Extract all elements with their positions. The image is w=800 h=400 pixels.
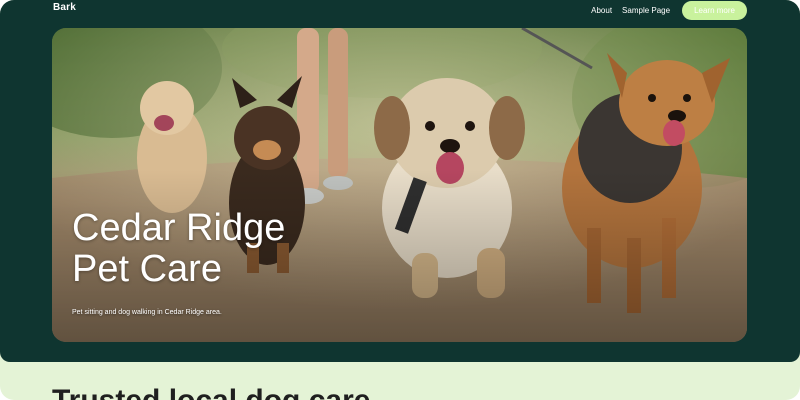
hero-title-line-2: Pet Care (72, 248, 222, 290)
hero-banner: Cedar Ridge Pet Care Pet sitting and dog… (52, 28, 747, 342)
learn-more-button[interactable]: Learn more (682, 0, 747, 20)
section-heading: Trusted local dog care (52, 384, 370, 400)
nav-link-sample-page[interactable]: Sample Page (622, 6, 670, 15)
main-nav: About Sample Page Learn more (591, 0, 747, 20)
hero-title-line-1: Cedar Ridge (72, 207, 286, 249)
hero-section: Bark About Sample Page Learn more Cedar … (0, 0, 800, 362)
hero-image (52, 28, 747, 342)
site-logo[interactable]: Bark (53, 2, 76, 13)
hero-title: Cedar Ridge Pet Care (72, 208, 285, 290)
hero-subtitle: Pet sitting and dog walking in Cedar Rid… (72, 309, 222, 316)
page-frame: Bark About Sample Page Learn more Cedar … (0, 0, 800, 400)
nav-link-about[interactable]: About (591, 6, 612, 15)
